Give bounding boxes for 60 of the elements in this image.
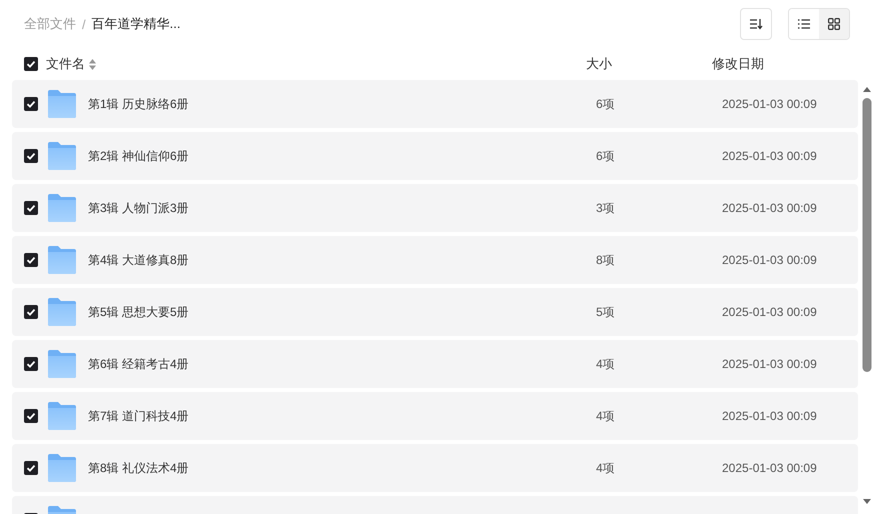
file-row[interactable]: 第2辑 神仙信仰6册 6项 2025-01-03 00:09 [12,132,858,180]
item-count: 4项 [596,460,616,476]
checkbox[interactable] [24,357,38,371]
list-icon [798,19,810,29]
file-row[interactable]: 第5辑 思想大要5册 5项 2025-01-03 00:09 [12,288,858,336]
checkbox[interactable] [24,149,38,163]
modified-date: 2025-01-03 00:09 [722,97,817,111]
item-count: 4项 [596,356,616,372]
item-count: 4项 [596,408,616,424]
modified-date: 2025-01-03 00:09 [722,305,817,319]
modified-date: 2025-01-03 00:09 [722,357,817,371]
modified-date: 2025-01-03 00:09 [722,201,817,215]
sort-icon [749,18,763,30]
item-count: 5项 [596,304,616,320]
item-count: 3项 [596,200,616,216]
modified-date: 2025-01-03 00:09 [722,253,817,267]
item-count: 6项 [596,96,616,112]
file-row[interactable]: 第3辑 人物门派3册 3项 2025-01-03 00:09 [12,184,858,232]
folder-icon [47,246,77,274]
file-row[interactable]: 第1辑 历史脉络6册 6项 2025-01-03 00:09 [12,80,858,128]
file-row[interactable]: 第7辑 道门科技4册 4项 2025-01-03 00:09 [12,392,858,440]
checkbox[interactable] [24,305,38,319]
file-name[interactable]: 第4辑 大道修真8册 [88,252,596,268]
checkbox[interactable] [24,461,38,475]
sort-button[interactable] [740,8,772,40]
sort-icon[interactable] [89,58,96,70]
item-count: 6项 [596,148,616,164]
grid-view-button[interactable] [819,9,849,39]
current-folder[interactable]: 百年道学精华... [92,15,180,33]
column-header[interactable]: 修改日期 [712,56,764,71]
checkbox[interactable] [24,201,38,215]
select-all-checkbox[interactable] [24,57,38,71]
checkbox[interactable] [24,253,38,267]
checkbox[interactable] [24,97,38,111]
folder-icon [47,142,77,170]
file-name[interactable]: 第7辑 道门科技4册 [88,408,596,424]
column-header[interactable]: 大小 [586,56,612,71]
file-name[interactable]: 第5辑 思想大要5册 [88,304,596,320]
file-name[interactable]: 第2辑 神仙信仰6册 [88,148,596,164]
modified-date: 2025-01-03 00:09 [722,409,817,423]
modified-date: 2025-01-03 00:09 [722,149,817,163]
file-name[interactable]: 第8辑 礼仪法术4册 [88,460,596,476]
breadcrumb-separator: / [82,16,86,32]
folder-icon [47,402,77,430]
folder-icon [47,194,77,222]
folder-icon [47,350,77,378]
file-name[interactable]: 第1辑 历史脉络6册 [88,96,596,112]
folder-icon [47,90,77,118]
column-header[interactable]: 文件名 [46,55,85,73]
file-name[interactable]: 第3辑 人物门派3册 [88,200,596,216]
file-row[interactable]: 第4辑 大道修真8册 8项 2025-01-03 00:09 [12,236,858,284]
file-row[interactable]: 第8辑 礼仪法术4册 4项 2025-01-03 00:09 [12,444,858,492]
item-count: 8项 [596,252,616,268]
modified-date: 2025-01-03 00:09 [722,461,817,475]
folder-icon [47,454,77,482]
file-name[interactable]: 第6辑 经籍考古4册 [88,356,596,372]
file-row[interactable]: 第6辑 经籍考古4册 4项 2025-01-03 00:09 [12,340,858,388]
grid-icon [828,18,840,30]
checkbox[interactable] [24,409,38,423]
folder-icon [47,298,77,326]
